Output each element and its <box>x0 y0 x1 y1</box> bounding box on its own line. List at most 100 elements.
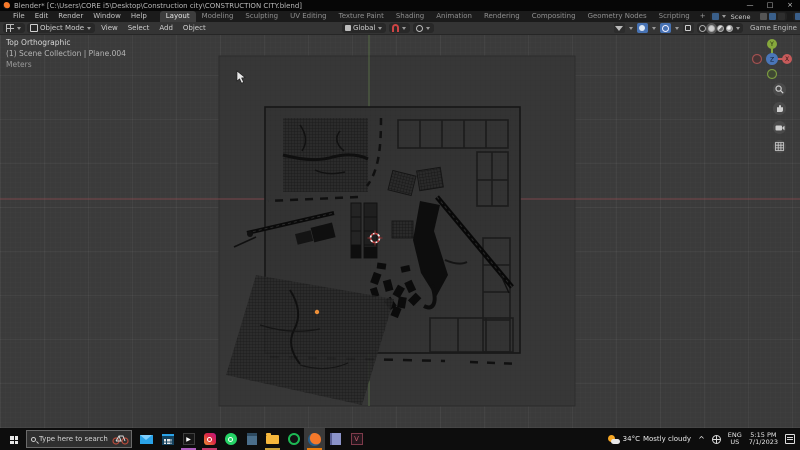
move-view-button[interactable] <box>773 102 786 115</box>
mode-label: Object Mode <box>40 24 84 32</box>
tab-sculpting[interactable]: Sculpting <box>239 11 284 22</box>
close-button[interactable]: × <box>780 0 800 11</box>
xray-icon <box>685 25 691 31</box>
tab-modeling[interactable]: Modeling <box>196 11 240 22</box>
title-bar: Blender* [C:\Users\CORE i5\Desktop\Const… <box>0 0 800 11</box>
menu-object[interactable]: Object <box>179 24 210 32</box>
snapping-toggle[interactable] <box>389 23 410 33</box>
pin-scene-icon[interactable] <box>760 13 767 20</box>
toggle-perspective-button[interactable] <box>773 140 786 153</box>
view-name-label: Top Orthographic <box>6 38 126 49</box>
camera-icon <box>775 124 785 132</box>
tab-compositing[interactable]: Compositing <box>526 11 582 22</box>
editor-type-selector[interactable] <box>3 23 25 33</box>
zoom-tool-button[interactable] <box>773 83 786 96</box>
tab-rendering[interactable]: Rendering <box>478 11 526 22</box>
language-switcher[interactable]: ENG US <box>728 432 742 446</box>
axis-minus-x-handle[interactable] <box>753 55 762 64</box>
chevron-down-icon <box>378 27 382 30</box>
media-player-app-button[interactable]: ▶ <box>178 428 199 450</box>
tab-layout[interactable]: Layout <box>160 11 196 22</box>
tab-texture-paint[interactable]: Texture Paint <box>333 11 390 22</box>
menu-window[interactable]: Window <box>88 11 126 22</box>
taskbar-search-input[interactable]: Type here to search <box>26 430 132 448</box>
new-scene-button[interactable] <box>769 13 776 20</box>
notes-app-button[interactable] <box>325 428 346 450</box>
network-icon[interactable] <box>712 435 721 444</box>
chevron-down-icon <box>17 27 21 30</box>
file-explorer-app-button[interactable] <box>262 428 283 450</box>
blender-icon <box>308 433 321 446</box>
shading-mode-group <box>697 23 743 33</box>
magnet-icon <box>392 24 399 32</box>
scene-selector[interactable]: Scene <box>710 12 788 21</box>
weather-condition-label: Mostly cloudy <box>643 435 691 443</box>
menu-edit[interactable]: Edit <box>30 11 54 22</box>
menu-add[interactable]: Add <box>155 24 177 32</box>
xray-toggle[interactable] <box>683 23 694 33</box>
instagram-app-button[interactable] <box>199 428 220 450</box>
clock-widget[interactable]: 5:15 PM 7/1/2023 <box>749 432 778 446</box>
mail-app-button[interactable] <box>136 428 157 450</box>
scene-name[interactable]: Scene <box>729 13 759 21</box>
rendered-shading-button[interactable] <box>726 25 733 32</box>
add-workspace-button[interactable]: + <box>696 11 710 22</box>
show-hidden-icons-button[interactable]: ^ <box>698 435 705 444</box>
menu-file[interactable]: File <box>8 11 30 22</box>
maximize-button[interactable]: □ <box>760 0 780 11</box>
tab-shading[interactable]: Shading <box>390 11 430 22</box>
view-layer-selector[interactable]: ViewLayer <box>793 12 800 21</box>
orientation-icon <box>345 25 351 31</box>
whatsapp-icon <box>225 433 237 445</box>
tab-scripting[interactable]: Scripting <box>653 11 696 22</box>
axis-z-label: Z <box>770 56 774 63</box>
chevron-down-icon <box>426 27 430 30</box>
blender-app-button[interactable] <box>304 428 325 450</box>
menu-select[interactable]: Select <box>124 24 154 32</box>
solid-shading-button[interactable] <box>708 25 715 32</box>
viewport-3d[interactable]: Top Orthographic (1) Scene Collection | … <box>0 35 800 428</box>
selectability-filter-button[interactable] <box>614 23 625 33</box>
calculator-app-button[interactable] <box>241 428 262 450</box>
minimize-button[interactable]: — <box>740 0 760 11</box>
menu-render[interactable]: Render <box>53 11 88 22</box>
windows-logo-icon <box>9 435 18 444</box>
spotify-app-button[interactable] <box>283 428 304 450</box>
navigation-gizmo[interactable]: Y X Z <box>750 37 794 81</box>
terrain-patch-top[interactable] <box>283 118 368 192</box>
menu-help[interactable]: Help <box>126 11 152 22</box>
weather-widget[interactable]: 34°C Mostly cloudy <box>608 435 691 444</box>
tab-uv-editing[interactable]: UV Editing <box>284 11 333 22</box>
transform-orientation-selector[interactable]: Global <box>342 23 386 33</box>
chevron-down-icon <box>652 27 656 30</box>
chevron-down-icon <box>87 27 91 30</box>
orientation-label: Global <box>353 24 375 32</box>
tower-masts[interactable] <box>351 203 377 258</box>
search-icon <box>31 437 36 442</box>
tab-animation[interactable]: Animation <box>430 11 478 22</box>
proportional-editing-toggle[interactable] <box>413 23 434 33</box>
magnifier-icon <box>775 85 784 94</box>
workspace-tabs: Layout Modeling Sculpting UV Editing Tex… <box>160 11 710 22</box>
region-label: US <box>728 439 742 446</box>
grid-icon <box>775 142 784 151</box>
tab-geometry-nodes[interactable]: Geometry Nodes <box>582 11 653 22</box>
axis-minus-y-handle[interactable] <box>768 70 777 79</box>
camera-view-button[interactable] <box>773 121 786 134</box>
show-gizmo-toggle[interactable] <box>637 23 648 33</box>
axis-y-label: Y <box>769 41 774 48</box>
weather-icon <box>608 435 620 444</box>
menu-view[interactable]: View <box>97 24 122 32</box>
delete-scene-button[interactable] <box>778 13 785 20</box>
show-overlays-toggle[interactable] <box>660 23 671 33</box>
start-button[interactable] <box>0 428 26 450</box>
blender-app-icon <box>3 2 10 9</box>
system-tray: 34°C Mostly cloudy ^ ENG US 5:15 PM 7/1/… <box>608 432 800 446</box>
whatsapp-app-button[interactable] <box>220 428 241 450</box>
v-app-button[interactable]: V <box>346 428 367 450</box>
material-shading-button[interactable] <box>717 25 724 32</box>
wireframe-shading-button[interactable] <box>699 25 706 32</box>
mode-selector[interactable]: Object Mode <box>27 23 95 33</box>
action-center-icon[interactable] <box>785 434 795 444</box>
store-app-button[interactable] <box>157 428 178 450</box>
